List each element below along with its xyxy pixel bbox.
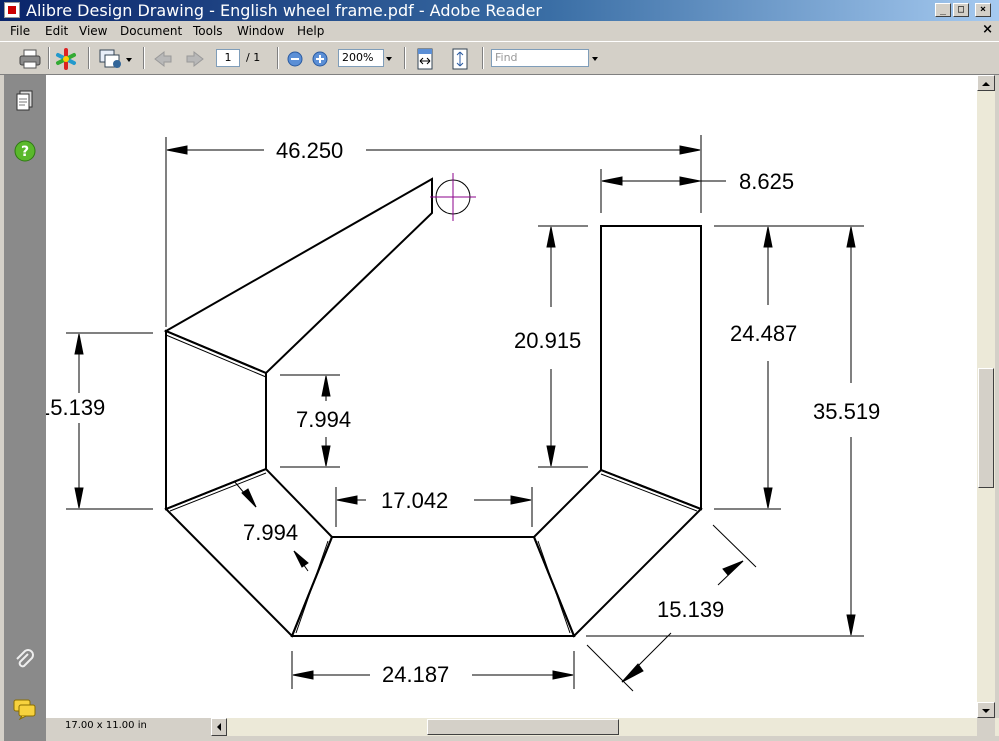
menu-help[interactable]: Help xyxy=(297,23,324,39)
document-view[interactable]: 46.250 8.625 20.915 24.487 35.519 15.139… xyxy=(46,75,977,718)
horizontal-scrollbar[interactable] xyxy=(211,718,999,736)
bottom-plate xyxy=(290,536,576,637)
toolbar-separator xyxy=(88,47,90,69)
previous-page-icon[interactable] xyxy=(151,48,175,70)
left-plate xyxy=(165,329,267,511)
horizontal-scroll-thumb[interactable] xyxy=(427,719,619,735)
fit-page-icon[interactable] xyxy=(448,47,472,71)
minimize-button[interactable]: _ xyxy=(935,3,951,17)
status-bar: 17.00 x 11.00 in xyxy=(46,718,999,736)
toolbar-separator xyxy=(143,47,145,69)
menu-file[interactable]: File xyxy=(10,23,30,39)
dim-15-139-left: 15.139 xyxy=(46,395,105,420)
review-icon[interactable] xyxy=(96,47,134,71)
page-total: / 1 xyxy=(246,51,261,64)
dim-15-139-right: 15.139 xyxy=(657,597,724,622)
crosshair-target xyxy=(430,173,476,221)
arm-plate xyxy=(163,177,433,375)
toolbar-separator xyxy=(482,47,484,69)
dim-24-187: 24.187 xyxy=(382,662,449,687)
chevron-down-icon[interactable] xyxy=(386,57,392,61)
zoom-level-select[interactable]: 200% xyxy=(338,49,384,67)
toolbar-separator xyxy=(48,47,50,69)
maximize-button[interactable]: □ xyxy=(953,3,969,17)
dim-7-994-diagonal: 7.994 xyxy=(243,520,298,545)
attachments-icon[interactable] xyxy=(13,648,37,672)
technical-drawing: 46.250 8.625 20.915 24.487 35.519 15.139… xyxy=(46,135,880,692)
scroll-left-button[interactable] xyxy=(211,718,227,736)
close-button[interactable]: × xyxy=(975,3,991,17)
page-number-input[interactable]: 1 xyxy=(216,49,240,67)
svg-text:?: ? xyxy=(21,144,29,160)
right-plate xyxy=(600,225,702,511)
dim-46-250: 46.250 xyxy=(276,138,343,163)
vertical-scrollbar[interactable] xyxy=(977,75,995,718)
zoom-in-icon[interactable] xyxy=(311,50,329,68)
zoom-out-icon[interactable] xyxy=(286,50,304,68)
menu-tools[interactable]: Tools xyxy=(193,23,223,39)
adobe-reader-icon xyxy=(4,2,20,18)
pages-icon[interactable] xyxy=(13,89,37,113)
window-title: Alibre Design Drawing - English wheel fr… xyxy=(26,1,542,20)
dim-7-994-center: 7.994 xyxy=(296,407,351,432)
toolbar-separator xyxy=(277,47,279,69)
toolbar-separator xyxy=(404,47,406,69)
title-bar: Alibre Design Drawing - English wheel fr… xyxy=(0,0,999,21)
print-icon[interactable] xyxy=(17,47,43,71)
menu-document[interactable]: Document xyxy=(120,23,182,39)
help-icon[interactable]: ? xyxy=(13,139,37,163)
next-page-icon[interactable] xyxy=(183,48,207,70)
menu-window[interactable]: Window xyxy=(237,23,284,39)
scrollbar-corner xyxy=(977,718,995,736)
dim-17-042: 17.042 xyxy=(381,488,448,513)
navigation-panel: ? xyxy=(0,75,46,741)
find-input[interactable]: Find xyxy=(491,49,589,67)
dim-20-915: 20.915 xyxy=(514,328,581,353)
dim-8-625: 8.625 xyxy=(739,169,794,194)
document-close-button[interactable]: × xyxy=(982,22,993,37)
chevron-down-icon[interactable] xyxy=(592,57,598,61)
menu-view[interactable]: View xyxy=(79,23,107,39)
page-size-label: 17.00 x 11.00 in xyxy=(65,720,147,731)
toolbar: 1 / 1 200% Find xyxy=(0,41,999,75)
dim-35-519: 35.519 xyxy=(813,399,880,424)
menu-edit[interactable]: Edit xyxy=(45,23,68,39)
scroll-up-button[interactable] xyxy=(977,75,995,91)
comments-icon[interactable] xyxy=(13,697,37,721)
collaborate-icon[interactable] xyxy=(53,47,79,71)
fit-width-icon[interactable] xyxy=(413,47,437,71)
scroll-down-button[interactable] xyxy=(977,702,995,718)
vertical-scroll-thumb[interactable] xyxy=(978,368,994,488)
frame-outline xyxy=(163,177,703,638)
dim-24-487: 24.487 xyxy=(730,321,797,346)
menu-bar: File Edit View Document Tools Window Hel… xyxy=(0,21,999,41)
